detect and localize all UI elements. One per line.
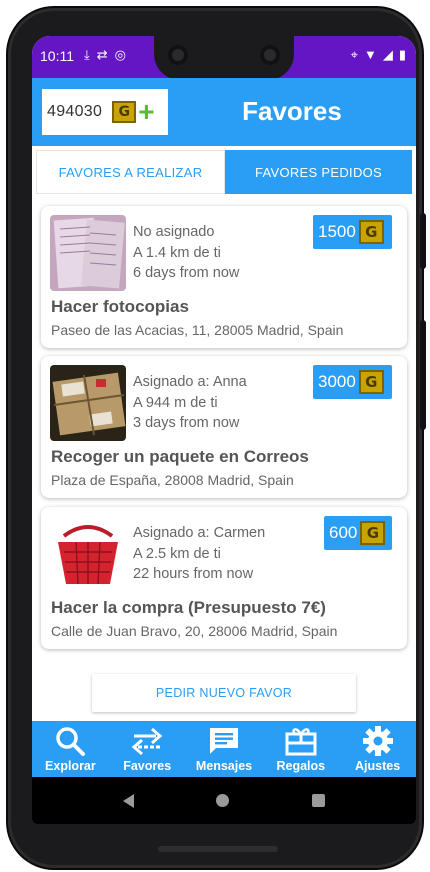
coin-icon: G bbox=[358, 370, 384, 394]
tab-bar: FAVORES A REALIZAR FAVORES PEDIDOS bbox=[36, 150, 412, 194]
add-coins-icon[interactable]: + bbox=[138, 98, 154, 126]
app-bar: 494030 G + Favores bbox=[32, 78, 416, 146]
favor-meta: Asignado a: Carmen A 2.5 km de ti 22 hou… bbox=[133, 523, 265, 585]
favor-time: 22 hours from now bbox=[133, 566, 254, 582]
nav-label: Explorar bbox=[45, 759, 96, 773]
vpn-icon: ◎ bbox=[114, 47, 126, 62]
favor-time: 3 days from now bbox=[133, 415, 240, 431]
volume-button bbox=[420, 320, 426, 430]
message-icon bbox=[209, 728, 238, 754]
phone-frame: 10:11 ⤓ ⇄ ◎ ⌖ ▼ ◢ ▮ 494030 G + Favores F… bbox=[8, 8, 426, 868]
coin-icon: G bbox=[360, 521, 386, 545]
camera-icon bbox=[168, 45, 188, 65]
coin-icon: G bbox=[112, 101, 137, 123]
swap-icon bbox=[131, 727, 163, 756]
camera-notch bbox=[154, 36, 294, 80]
gear-icon bbox=[362, 726, 393, 756]
system-icons: ⌖ ▼ ◢ ▮ bbox=[351, 47, 406, 63]
favor-thumbnail bbox=[50, 365, 126, 441]
favor-title: Hacer la compra (Presupuesto 7€) bbox=[51, 598, 326, 617]
speaker-grille bbox=[158, 846, 278, 852]
back-icon[interactable] bbox=[123, 793, 135, 808]
notification-icons: ⤓ ⇄ ◎ bbox=[84, 47, 126, 63]
favor-title: Recoger un paquete en Correos bbox=[51, 447, 309, 466]
favor-address: Plaza de España, 28008 Madrid, Spain bbox=[51, 472, 294, 488]
favor-price-badge: 3000 G bbox=[313, 365, 392, 399]
favor-address: Paseo de las Acacias, 11, 28005 Madrid, … bbox=[51, 322, 344, 338]
location-icon: ⌖ bbox=[350, 47, 358, 62]
favor-card[interactable]: Asignado a: Anna A 944 m de ti 3 days fr… bbox=[41, 356, 407, 498]
coin-count: 494030 bbox=[47, 103, 103, 120]
favor-meta: No asignado A 1.4 km de ti 6 days from n… bbox=[133, 222, 239, 284]
power-button bbox=[420, 213, 426, 269]
favor-distance: A 1.4 km de ti bbox=[133, 244, 221, 261]
nav-label: Regalos bbox=[276, 759, 326, 773]
favor-price: 3000 bbox=[318, 372, 356, 391]
sync-icon: ⇄ bbox=[96, 47, 108, 62]
favor-price-badge: 1500 G bbox=[313, 215, 392, 249]
recent-apps-icon[interactable] bbox=[311, 794, 325, 807]
favor-card[interactable]: No asignado A 1.4 km de ti 6 days from n… bbox=[41, 206, 407, 348]
favor-price: 600 bbox=[329, 523, 358, 542]
gift-icon bbox=[285, 728, 317, 756]
nav-mensajes[interactable]: Mensajes bbox=[186, 721, 263, 777]
favor-thumbnail bbox=[50, 516, 126, 592]
favor-card[interactable]: Asignado a: Carmen A 2.5 km de ti 22 hou… bbox=[41, 507, 407, 649]
system-nav-bar bbox=[32, 777, 416, 824]
nav-label: Favores bbox=[123, 759, 172, 773]
page-title: Favores bbox=[242, 96, 342, 126]
favor-thumbnail bbox=[50, 215, 126, 291]
signal-icon: ◢ bbox=[382, 47, 393, 62]
coin-balance[interactable]: 494030 G + bbox=[42, 89, 168, 135]
favor-meta: Asignado a: Anna A 944 m de ti 3 days fr… bbox=[133, 372, 247, 434]
nav-explorar[interactable]: Explorar bbox=[32, 721, 109, 777]
favor-time: 6 days from now bbox=[133, 265, 240, 281]
nav-ajustes[interactable]: Ajustes bbox=[339, 721, 416, 777]
screen: 10:11 ⤓ ⇄ ◎ ⌖ ▼ ◢ ▮ 494030 G + Favores F… bbox=[32, 36, 416, 824]
favor-status: Asignado a: Anna bbox=[133, 374, 247, 390]
favor-address: Calle de Juan Bravo, 20, 28006 Madrid, S… bbox=[51, 623, 338, 639]
new-favor-button[interactable]: PEDIR NUEVO FAVOR bbox=[92, 674, 356, 712]
search-icon bbox=[56, 727, 86, 756]
camera-icon bbox=[260, 45, 280, 65]
status-time: 10:11 bbox=[40, 48, 74, 64]
home-icon[interactable] bbox=[216, 794, 230, 807]
tab-favores-a-realizar[interactable]: FAVORES A REALIZAR bbox=[36, 150, 225, 194]
coin-icon: G bbox=[358, 220, 384, 244]
tab-favores-pedidos[interactable]: FAVORES PEDIDOS bbox=[225, 150, 412, 194]
wifi-icon: ▼ bbox=[363, 47, 377, 62]
battery-icon: ▮ bbox=[398, 47, 406, 62]
favor-status: Asignado a: Carmen bbox=[133, 525, 266, 541]
download-icon: ⤓ bbox=[84, 47, 90, 62]
nav-regalos[interactable]: Regalos bbox=[262, 721, 339, 777]
nav-favores[interactable]: Favores bbox=[109, 721, 186, 777]
favor-status: No asignado bbox=[133, 224, 215, 240]
favor-distance: A 2.5 km de ti bbox=[133, 545, 221, 562]
favor-title: Hacer fotocopias bbox=[51, 297, 189, 316]
nav-label: Ajustes bbox=[355, 759, 401, 773]
favor-distance: A 944 m de ti bbox=[133, 394, 218, 411]
bottom-nav: Explorar Favores Mensajes Regalos Ajuste… bbox=[32, 721, 416, 777]
nav-label: Mensajes bbox=[195, 759, 253, 773]
favor-price: 1500 bbox=[318, 222, 356, 241]
favor-price-badge: 600 G bbox=[324, 516, 392, 550]
